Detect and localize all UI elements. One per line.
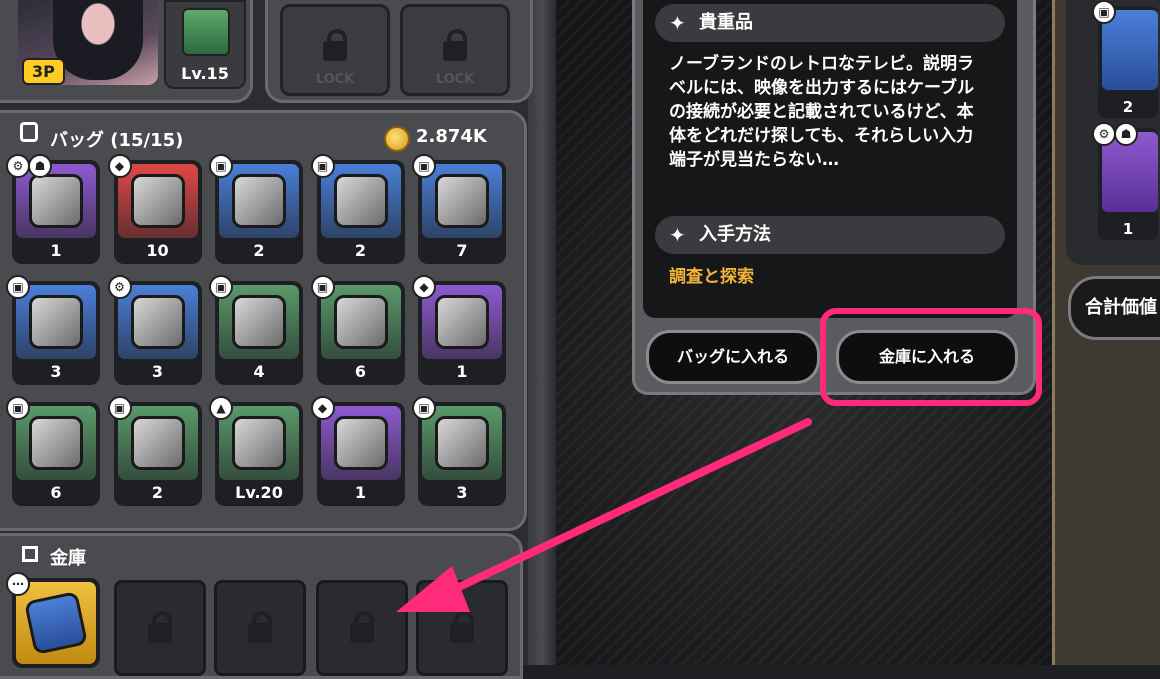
right-slot[interactable]: 1 ⚙ ☗	[1092, 122, 1158, 240]
annotation-arrow	[396, 418, 812, 612]
right-slot-qty: 1	[1122, 220, 1134, 238]
right-slot[interactable]: 2 ▣	[1092, 0, 1158, 118]
ghost-icon: ☗	[1114, 122, 1138, 146]
gear-icon: ⚙	[1092, 122, 1116, 146]
cube-icon: ▣	[1092, 0, 1116, 24]
right-slot-qty: 2	[1122, 98, 1134, 116]
total-value-button[interactable]: 合計価値	[1068, 276, 1160, 340]
